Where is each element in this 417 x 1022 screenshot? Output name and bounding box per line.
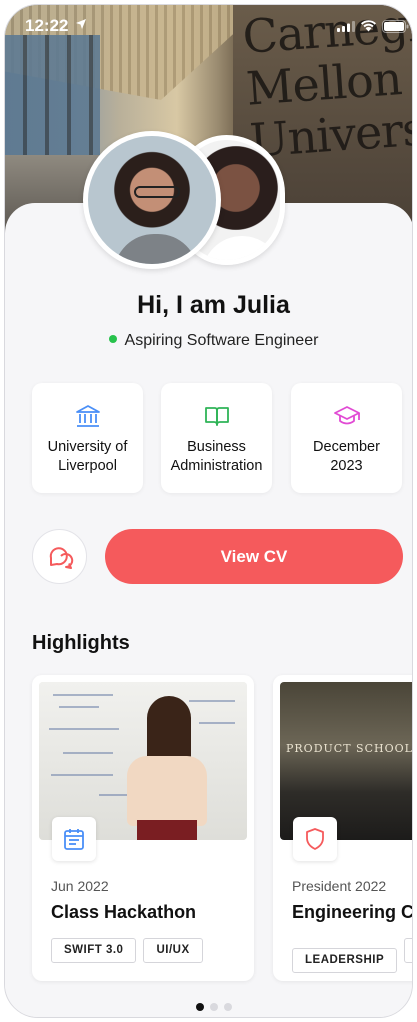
tag[interactable]: SWIFT 3.0 bbox=[51, 938, 137, 963]
profile-greeting: Hi, I am Julia bbox=[137, 291, 290, 319]
calendar-icon bbox=[64, 829, 84, 850]
graduation-label: December 2023 bbox=[313, 439, 380, 474]
carousel-pagination bbox=[5, 998, 412, 1016]
book-icon bbox=[205, 407, 229, 426]
image-banner-text: PRODUCT SCHOOL bbox=[286, 742, 413, 755]
pagination-dot-active[interactable] bbox=[195, 1003, 204, 1011]
chat-bubbles-icon bbox=[49, 547, 74, 569]
highlight-card[interactable]: Jun 2022 Class Hackathon SWIFT 3.0 UI/UX bbox=[32, 675, 254, 981]
university-label: University of Liverpool bbox=[47, 439, 128, 474]
phone-frame: Carnegie Mellon University 12:22 Hi, I a… bbox=[4, 4, 413, 1018]
status-bar: 12:22 bbox=[5, 5, 412, 45]
major-label: Business Administration bbox=[170, 439, 263, 474]
online-status-dot bbox=[108, 335, 117, 343]
view-cv-button[interactable]: View CV bbox=[105, 529, 403, 584]
shield-icon bbox=[306, 828, 324, 850]
highlight-title: Engineering Cl bbox=[292, 902, 413, 922]
tag[interactable]: UI/UX bbox=[143, 938, 203, 963]
highlight-icon-badge bbox=[293, 817, 337, 861]
wifi-icon bbox=[361, 20, 376, 32]
info-card-university[interactable]: University of Liverpool bbox=[32, 383, 143, 493]
cellular-signal-icon bbox=[337, 21, 355, 32]
pagination-dot[interactable] bbox=[223, 1003, 232, 1011]
info-card-graduation[interactable]: December 2023 bbox=[291, 383, 402, 493]
location-arrow-icon bbox=[76, 19, 86, 29]
info-card-major[interactable]: Business Administration bbox=[161, 383, 272, 493]
avatar[interactable] bbox=[83, 131, 221, 269]
graduation-cap-icon bbox=[334, 406, 360, 425]
highlight-tags: SWIFT 3.0 UI/UX bbox=[51, 938, 210, 963]
chat-button[interactable] bbox=[32, 529, 87, 584]
highlight-date: President 2022 bbox=[292, 878, 387, 894]
profile-role: Aspiring Software Engineer bbox=[5, 332, 412, 350]
highlights-title: Highlights bbox=[32, 632, 130, 654]
role-label: Aspiring Software Engineer bbox=[124, 332, 319, 349]
status-time: 12:22 bbox=[25, 16, 69, 35]
pagination-dot[interactable] bbox=[209, 1003, 218, 1011]
bank-icon bbox=[76, 405, 100, 427]
highlight-card[interactable]: PRODUCT SCHOOL President 2022 Engineerin… bbox=[273, 675, 413, 981]
highlight-date: Jun 2022 bbox=[51, 878, 109, 894]
highlight-tags: LEADERSHIP bbox=[292, 938, 412, 973]
tag[interactable]: LEADERSHIP bbox=[292, 948, 398, 973]
highlight-icon-badge bbox=[52, 817, 96, 861]
battery-icon bbox=[382, 20, 409, 33]
highlight-title: Class Hackathon bbox=[51, 902, 197, 922]
tag[interactable] bbox=[404, 938, 412, 963]
